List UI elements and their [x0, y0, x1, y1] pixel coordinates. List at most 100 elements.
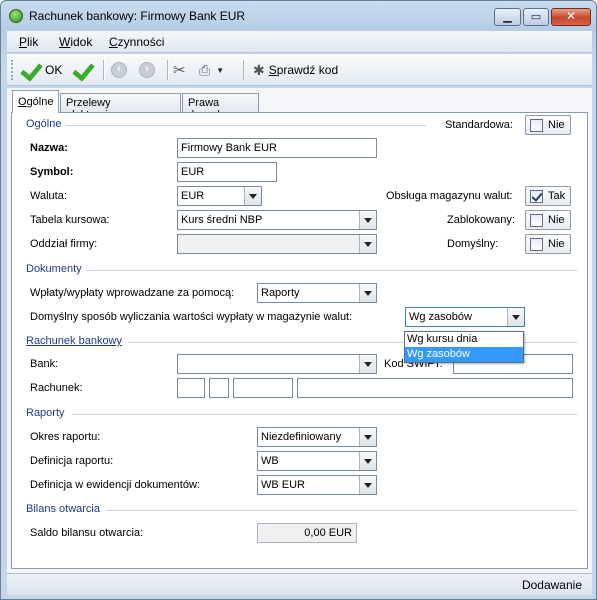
menu-plik[interactable]: Plik — [19, 35, 38, 49]
menu-czynnosci-key: C — [109, 35, 118, 49]
chevron-down-icon[interactable] — [359, 452, 376, 470]
chevron-down-icon[interactable] — [359, 235, 376, 253]
title-bar[interactable]: Rachunek bankowy: Firmowy Bank EUR ▁ ▭ ✕ — [1, 1, 596, 31]
chevron-down-icon: ▼ — [216, 65, 225, 75]
report-period-value: Niezdefiniowany — [261, 431, 342, 443]
dropdown-option-kurs-dnia[interactable]: Wg kursu dnia — [405, 332, 523, 347]
standard-checkbox-box — [530, 119, 543, 132]
payments-value: Raporty — [261, 287, 300, 299]
currency-select[interactable]: EUR — [177, 186, 262, 206]
account-country-field[interactable] — [177, 378, 205, 398]
default-checkbox-text: Nie — [548, 238, 565, 250]
ok-and-new-button[interactable] — [71, 58, 97, 82]
section-divider — [87, 270, 577, 271]
status-mode: Dodawanie — [521, 578, 582, 592]
currency-warehouse-text: Tak — [548, 190, 566, 202]
symbol-field[interactable]: EUR — [177, 162, 277, 182]
account-number-field[interactable] — [297, 378, 573, 398]
toolbar-separator — [167, 60, 168, 80]
doc-definition-label: Definicja w ewidencji dokumentów: — [30, 479, 200, 491]
close-button[interactable]: ✕ — [551, 8, 591, 26]
default-checkbox[interactable]: Nie — [525, 234, 571, 254]
ok-button[interactable]: OK — [19, 58, 69, 82]
tab-przelewy-elektroniczne[interactable]: Przelewy elektroniczne — [60, 93, 181, 121]
bank-select[interactable] — [177, 354, 377, 374]
minimize-button[interactable]: ▁ — [494, 8, 521, 26]
menu-widok[interactable]: Widok — [59, 35, 92, 49]
currency-warehouse-checkbox[interactable]: Tak — [525, 186, 571, 206]
report-period-label: Okres raportu: — [30, 431, 101, 443]
forward-button[interactable]: › — [139, 58, 159, 82]
minimize-icon: ▁ — [503, 11, 512, 23]
chevron-down-icon[interactable] — [359, 211, 376, 229]
bank-label: Bank: — [30, 358, 59, 370]
wand-icon: ✱ — [253, 61, 265, 78]
calc-method-value: Wg zasobów — [409, 311, 472, 323]
blocked-checkbox-text: Nie — [548, 214, 565, 226]
currency-warehouse-box — [530, 190, 543, 203]
forward-icon: › — [139, 62, 155, 78]
section-raporty-title: Raporty — [26, 407, 65, 419]
chevron-down-icon[interactable] — [359, 476, 376, 494]
tools-button[interactable]: ✂ — [173, 58, 193, 82]
tab-ogolne-label: gólne — [26, 96, 54, 108]
menu-czynnosci[interactable]: Czynności — [109, 35, 164, 49]
window: Rachunek bankowy: Firmowy Bank EUR ▁ ▭ ✕… — [0, 0, 597, 600]
doc-definition-value: WB EUR — [261, 479, 305, 491]
report-definition-value: WB — [261, 455, 279, 467]
branch-select[interactable] — [177, 234, 377, 254]
back-icon: ‹ — [111, 62, 127, 78]
toolbar-grip[interactable] — [11, 60, 14, 80]
branch-label: Oddział firmy: — [30, 238, 98, 250]
balance-label: Saldo bilansu otwarcia: — [30, 527, 144, 539]
default-checkbox-box — [530, 238, 543, 251]
verify-code-button[interactable]: ✱ Sprawdź kod — [253, 58, 353, 82]
back-button[interactable]: ‹ — [111, 58, 131, 82]
maximize-button[interactable]: ▭ — [523, 8, 549, 26]
chevron-down-icon[interactable] — [359, 284, 376, 302]
standard-checkbox[interactable]: Nie — [525, 115, 571, 135]
app-icon — [9, 9, 23, 23]
status-bar: Dodawanie — [7, 573, 592, 595]
toolbar: OK ‹ › ✂ ⎙ ▼ ✱ Sprawdź kod — [7, 54, 592, 86]
close-icon: ✕ — [565, 9, 577, 23]
tab-ogolne[interactable]: Ogólne — [12, 90, 59, 113]
checkmark-icon — [19, 60, 41, 80]
calc-method-label: Domyślny sposób wyliczania wartości wypł… — [30, 311, 353, 323]
section-bilans-title: Bilans otwarcia — [26, 503, 100, 515]
section-ogolne-title: Ogólne — [26, 118, 61, 130]
report-period-select[interactable]: Niezdefiniowany — [257, 427, 377, 447]
blocked-checkbox[interactable]: Nie — [525, 210, 571, 230]
name-field[interactable]: Firmowy Bank EUR — [177, 138, 377, 158]
rate-table-value: Kurs średni NBP — [181, 214, 263, 226]
print-button[interactable]: ⎙ ▼ — [199, 58, 235, 82]
account-bank-code-field[interactable] — [233, 378, 293, 398]
dropdown-option-zasobow[interactable]: Wg zasobów — [405, 347, 523, 362]
payments-select[interactable]: Raporty — [257, 283, 377, 303]
report-definition-select[interactable]: WB — [257, 451, 377, 471]
chevron-down-icon[interactable] — [507, 308, 524, 326]
symbol-label: Symbol: — [30, 166, 74, 178]
menu-bar: Plik Widok Czynności — [7, 31, 592, 53]
window-title: Rachunek bankowy: Firmowy Bank EUR — [29, 9, 246, 23]
calc-method-select[interactable]: Wg zasobów — [405, 307, 525, 327]
doc-definition-select[interactable]: WB EUR — [257, 475, 377, 495]
menu-widok-label: idok — [70, 35, 93, 49]
rate-table-label: Tabela kursowa: — [30, 214, 110, 226]
menu-czynnosci-label: zynności — [117, 35, 165, 49]
maximize-icon: ▭ — [530, 11, 542, 23]
section-divider — [106, 510, 577, 511]
printer-icon: ⎙ — [199, 61, 211, 78]
chevron-down-icon[interactable] — [359, 428, 376, 446]
chevron-down-icon[interactable] — [244, 187, 261, 205]
blocked-checkbox-box — [530, 214, 543, 227]
currency-label: Waluta: — [30, 190, 67, 202]
chevron-down-icon[interactable] — [359, 355, 376, 373]
section-rachunek-label: Rachunek bankowy — [26, 335, 123, 347]
rate-table-select[interactable]: Kurs średni NBP — [177, 210, 377, 230]
tab-prawa-danych[interactable]: Prawa danych — [182, 93, 259, 121]
checkmark-new-icon — [71, 60, 93, 80]
account-check-field[interactable] — [209, 378, 229, 398]
balance-field: 0,00 EUR — [257, 523, 357, 543]
toolbar-separator — [243, 60, 244, 80]
